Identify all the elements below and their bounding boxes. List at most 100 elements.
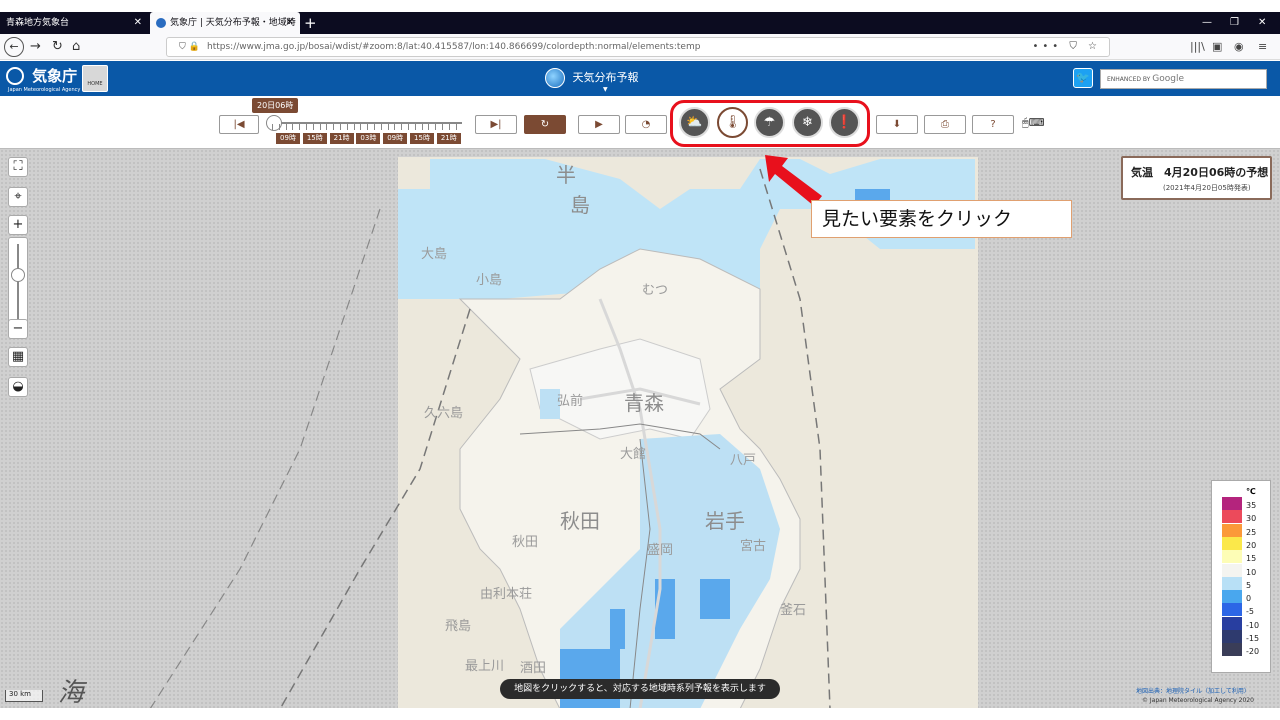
map-label-mutsu: むつ — [642, 283, 669, 298]
map-label-hanto: 半 — [556, 163, 576, 187]
time-slider-tick — [272, 124, 273, 130]
close-icon[interactable]: ✕ — [134, 12, 142, 34]
legend-swatch — [1222, 643, 1242, 657]
tab-jma[interactable]: 気象庁 | 天気分布予報・地域時 ✕ — [150, 12, 300, 34]
time-slider-tick — [340, 124, 341, 130]
forecast-info-box: 気温 4月20日06時の予想 (2021年4月20日05時発表) — [1121, 156, 1272, 200]
map-attribution-link[interactable]: 地図出典：地理院タイル（加工して利用） — [1136, 686, 1250, 695]
url-text: https://www.jma.go.jp/bosai/wdist/#zoom:… — [207, 42, 701, 52]
twitter-icon[interactable]: 🐦 — [1073, 68, 1093, 88]
page-title-menu[interactable]: 天気分布予報 ▼ — [545, 68, 639, 93]
legend-swatch — [1222, 603, 1242, 617]
jump-next-button[interactable]: ▶| — [475, 115, 517, 134]
cold-area — [700, 579, 730, 619]
legend-swatch — [1222, 563, 1242, 577]
close-window-icon[interactable]: ✕ — [1258, 12, 1266, 34]
map-label-akita-pref: 秋田 — [560, 509, 600, 533]
time-slider-tick — [319, 124, 321, 130]
time-tick-label: 09時 — [276, 133, 300, 144]
legend-unit: ℃ — [1246, 487, 1256, 496]
map-label-hirosaki: 弘前 — [557, 394, 584, 409]
legend-swatch — [1222, 497, 1242, 510]
lock-icon: ⛉ 🔒 — [179, 42, 200, 52]
map-layer-icon[interactable]: ▦ — [8, 347, 28, 367]
time-slider-tick — [387, 124, 389, 130]
color-depth-icon[interactable]: ◒ — [8, 377, 28, 397]
jump-first-button[interactable]: |◀ — [219, 115, 259, 134]
download-button[interactable]: ⬇ — [876, 115, 918, 134]
time-slider-tick — [394, 124, 396, 130]
close-icon[interactable]: ✕ — [286, 12, 294, 34]
time-slider-tick — [455, 124, 457, 130]
map-label-yurihonjo: 由利本荘 — [480, 587, 533, 602]
print-button[interactable]: ⎙ — [924, 115, 966, 134]
search-placeholder: ENHANCED BY — [1107, 76, 1151, 83]
legend-swatch — [1222, 536, 1242, 550]
map-label-akita: 秋田 — [512, 535, 539, 550]
legend-label: 0 — [1246, 594, 1252, 604]
sea-boundary — [279, 308, 471, 708]
time-slider-tick — [306, 124, 307, 130]
time-slider-tick — [299, 124, 301, 130]
zoom-handle[interactable] — [11, 268, 25, 282]
menu-icon[interactable]: ≡ — [1258, 37, 1267, 57]
zoom-in-button[interactable]: + — [8, 215, 28, 235]
map-label-mogamigawa: 最上川 — [465, 659, 505, 674]
legend-label: 5 — [1246, 580, 1252, 590]
account-icon[interactable]: ◉ — [1234, 37, 1244, 57]
tab-aomori[interactable]: 青森地方気象台 ✕ — [0, 12, 148, 34]
map-label-shima: 島 — [570, 193, 590, 217]
location-icon[interactable]: ⌖ — [8, 187, 28, 207]
speed-button[interactable]: ◔ — [625, 115, 667, 134]
minimize-icon[interactable]: — — [1202, 12, 1212, 34]
home-icon[interactable]: ⌂ — [72, 37, 80, 57]
time-slider-tick — [448, 124, 450, 130]
help-button[interactable]: ? — [972, 115, 1014, 134]
map-label-miyako: 宮古 — [740, 539, 767, 554]
reload-icon[interactable]: ↻ — [52, 37, 63, 57]
time-slider[interactable] — [268, 122, 462, 124]
time-slider-tick — [442, 124, 443, 130]
map-label-oshima: 大島 — [421, 247, 448, 262]
time-slider-tick — [333, 124, 335, 130]
copyright: © Japan Meteorological Agency 2020 — [1142, 697, 1254, 704]
jma-logo[interactable]: 気象庁 Japan Meteorological Agency — [6, 65, 80, 93]
time-slider-tick — [353, 124, 355, 130]
map[interactable]: 半 島 大島 小島 むつ 青森 弘前 久六島 大館 八戸 秋田 岩手 秋田 盛岡… — [0, 148, 1280, 708]
url-bar[interactable]: ⛉ 🔒 https://www.jma.go.jp/bosai/wdist/#z… — [166, 37, 1110, 57]
map-label-morioka: 盛岡 — [647, 543, 674, 558]
legend-label: -10 — [1246, 620, 1260, 630]
url-bar-actions[interactable]: ••• ⛉ ☆ — [1032, 38, 1101, 56]
fullscreen-icon[interactable]: ⛶ — [8, 157, 28, 177]
time-tick-label: 21時 — [436, 133, 461, 144]
search-input[interactable]: ENHANCED BY Google — [1100, 69, 1267, 89]
map-label-kunosaki: 久六島 — [424, 406, 464, 421]
forward-icon[interactable]: → — [30, 37, 41, 57]
legend-swatch — [1222, 630, 1242, 643]
time-slider-tick — [292, 124, 294, 130]
time-slider-tick — [346, 124, 348, 130]
legend-swatch — [1222, 523, 1242, 537]
sidebar-icon[interactable]: ▣ — [1212, 37, 1222, 57]
home-button[interactable]: HOME — [82, 65, 108, 92]
instruction-callout: 見たい要素をクリック — [811, 200, 1072, 238]
zoom-out-button[interactable]: − — [8, 319, 28, 339]
zoom-slider[interactable] — [8, 237, 28, 329]
play-button[interactable]: ▶ — [578, 115, 620, 134]
library-icon[interactable]: |||\ — [1190, 37, 1205, 57]
time-tick-label: 15時 — [410, 133, 434, 144]
legend-label: 35 — [1246, 501, 1257, 510]
legend-label: -20 — [1246, 647, 1260, 657]
forecast-title: 気温 4月20日06時の予想 — [1131, 166, 1269, 179]
map-label-odate: 大館 — [620, 447, 647, 462]
maximize-icon[interactable]: ❐ — [1230, 12, 1239, 34]
new-tab-button[interactable]: + — [304, 12, 317, 34]
back-icon[interactable]: ← — [4, 37, 24, 57]
time-slider-tick — [326, 124, 328, 130]
mouse-keyboard-icon[interactable]: 🖱⌨ — [1022, 116, 1044, 130]
refresh-button[interactable]: ↻ — [524, 115, 566, 134]
legend-swatch — [1222, 616, 1242, 630]
time-tick-label: 21時 — [329, 133, 354, 144]
time-slider-tick — [435, 124, 437, 130]
map-label-aomori: 青森 — [624, 391, 664, 415]
